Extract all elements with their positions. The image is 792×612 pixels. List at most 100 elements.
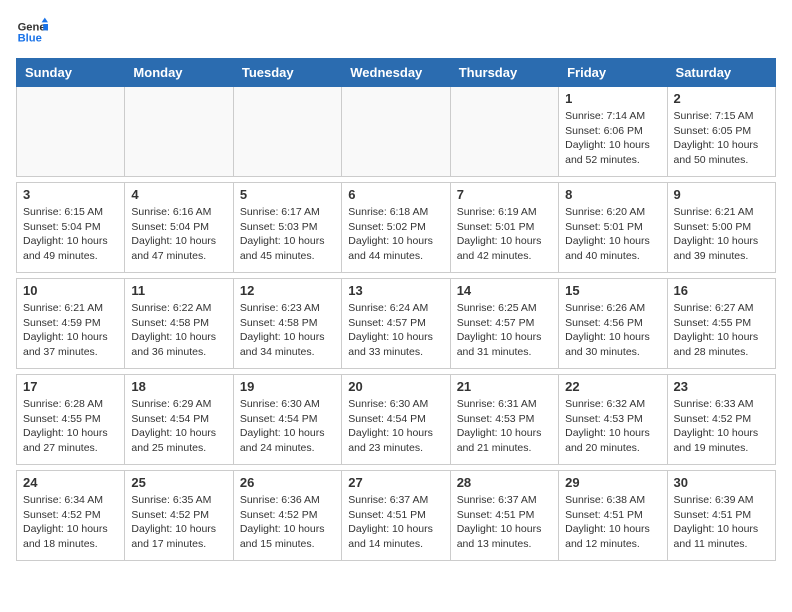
calendar-cell [342,87,450,177]
calendar-cell: 19 Sunrise: 6:30 AM Sunset: 4:54 PM Dayli… [233,375,341,465]
calendar-cell: 18Sunrise: 6:29 AM Sunset: 4:54 PM Dayli… [125,375,233,465]
day-info: Sunrise: 6:32 AM Sunset: 4:53 PM Dayligh… [565,397,660,456]
day-info: Sunrise: 6:16 AM Sunset: 5:04 PM Dayligh… [131,205,226,264]
weekday-header-saturday: Saturday [667,59,775,87]
day-number: 24 [23,475,118,490]
calendar-cell: 8Sunrise: 6:20 AM Sunset: 5:01 PM Daylig… [559,183,667,273]
calendar-cell: 15 Sunrise: 6:26 AM Sunset: 4:56 PM Dayli… [559,279,667,369]
calendar-cell: 29 Sunrise: 6:38 AM Sunset: 4:51 PM Dayli… [559,471,667,561]
calendar-cell: 20 Sunrise: 6:30 AM Sunset: 4:54 PM Dayli… [342,375,450,465]
calendar-cell [233,87,341,177]
calendar-cell: 7 Sunrise: 6:19 AM Sunset: 5:01 PM Daylig… [450,183,558,273]
day-info: Sunrise: 6:17 AM Sunset: 5:03 PM Dayligh… [240,205,335,264]
calendar-cell: 1 Sunrise: 7:14 AM Sunset: 6:06 PM Daylig… [559,87,667,177]
day-number: 17 [23,379,118,394]
calendar-cell: 28 Sunrise: 6:37 AM Sunset: 4:51 PM Dayli… [450,471,558,561]
calendar-cell: 17 Sunrise: 6:28 AM Sunset: 4:55 PM Dayli… [17,375,125,465]
day-info: Sunrise: 6:28 AM Sunset: 4:55 PM Dayligh… [23,397,118,456]
day-number: 6 [348,187,443,202]
day-number: 26 [240,475,335,490]
calendar-cell: 22 Sunrise: 6:32 AM Sunset: 4:53 PM Dayli… [559,375,667,465]
calendar-cell: 5 Sunrise: 6:17 AM Sunset: 5:03 PM Daylig… [233,183,341,273]
day-number: 2 [674,91,769,106]
day-number: 23 [674,379,769,394]
day-info: Sunrise: 6:18 AM Sunset: 5:02 PM Dayligh… [348,205,443,264]
day-number: 7 [457,187,552,202]
calendar-cell: 11Sunrise: 6:22 AM Sunset: 4:58 PM Dayli… [125,279,233,369]
day-number: 21 [457,379,552,394]
day-info: Sunrise: 6:38 AM Sunset: 4:51 PM Dayligh… [565,493,660,552]
calendar-cell [125,87,233,177]
calendar-table: SundayMondayTuesdayWednesdayThursdayFrid… [16,58,776,561]
day-info: Sunrise: 6:21 AM Sunset: 4:59 PM Dayligh… [23,301,118,360]
day-number: 14 [457,283,552,298]
calendar-cell: 21 Sunrise: 6:31 AM Sunset: 4:53 PM Dayli… [450,375,558,465]
day-info: Sunrise: 6:21 AM Sunset: 5:00 PM Dayligh… [674,205,769,264]
calendar-cell: 14 Sunrise: 6:25 AM Sunset: 4:57 PM Dayli… [450,279,558,369]
day-info: Sunrise: 6:20 AM Sunset: 5:01 PM Dayligh… [565,205,660,264]
day-number: 20 [348,379,443,394]
weekday-header-thursday: Thursday [450,59,558,87]
weekday-header-friday: Friday [559,59,667,87]
day-info: Sunrise: 6:22 AM Sunset: 4:58 PM Dayligh… [131,301,226,360]
day-number: 30 [674,475,769,490]
day-info: Sunrise: 6:37 AM Sunset: 4:51 PM Dayligh… [348,493,443,552]
day-info: Sunrise: 6:23 AM Sunset: 4:58 PM Dayligh… [240,301,335,360]
calendar-week-4: 17 Sunrise: 6:28 AM Sunset: 4:55 PM Dayli… [17,375,776,465]
calendar-cell: 12 Sunrise: 6:23 AM Sunset: 4:58 PM Dayli… [233,279,341,369]
day-info: Sunrise: 6:15 AM Sunset: 5:04 PM Dayligh… [23,205,118,264]
day-number: 1 [565,91,660,106]
day-info: Sunrise: 6:19 AM Sunset: 5:01 PM Dayligh… [457,205,552,264]
day-number: 28 [457,475,552,490]
day-info: Sunrise: 6:26 AM Sunset: 4:56 PM Dayligh… [565,301,660,360]
calendar-cell: 6 Sunrise: 6:18 AM Sunset: 5:02 PM Daylig… [342,183,450,273]
day-info: Sunrise: 6:37 AM Sunset: 4:51 PM Dayligh… [457,493,552,552]
calendar-week-3: 10 Sunrise: 6:21 AM Sunset: 4:59 PM Dayli… [17,279,776,369]
calendar-cell: 24 Sunrise: 6:34 AM Sunset: 4:52 PM Dayli… [17,471,125,561]
day-info: Sunrise: 6:33 AM Sunset: 4:52 PM Dayligh… [674,397,769,456]
day-info: Sunrise: 6:30 AM Sunset: 4:54 PM Dayligh… [240,397,335,456]
calendar-week-1: 1 Sunrise: 7:14 AM Sunset: 6:06 PM Daylig… [17,87,776,177]
day-number: 13 [348,283,443,298]
weekday-header-tuesday: Tuesday [233,59,341,87]
svg-text:Blue: Blue [18,33,42,45]
weekday-header-row: SundayMondayTuesdayWednesdayThursdayFrid… [17,59,776,87]
calendar-cell: 16 Sunrise: 6:27 AM Sunset: 4:55 PM Dayli… [667,279,775,369]
day-info: Sunrise: 6:34 AM Sunset: 4:52 PM Dayligh… [23,493,118,552]
weekday-header-wednesday: Wednesday [342,59,450,87]
calendar-cell: 27 Sunrise: 6:37 AM Sunset: 4:51 PM Dayli… [342,471,450,561]
day-number: 5 [240,187,335,202]
day-number: 12 [240,283,335,298]
day-info: Sunrise: 6:30 AM Sunset: 4:54 PM Dayligh… [348,397,443,456]
calendar-cell: 3 Sunrise: 6:15 AM Sunset: 5:04 PM Daylig… [17,183,125,273]
weekday-header-sunday: Sunday [17,59,125,87]
day-number: 9 [674,187,769,202]
logo: General Blue [16,16,56,48]
calendar-cell: 2Sunrise: 7:15 AM Sunset: 6:05 PM Daylig… [667,87,775,177]
page-header: General Blue [16,16,776,48]
calendar-cell: 30Sunrise: 6:39 AM Sunset: 4:51 PM Dayli… [667,471,775,561]
calendar-cell: 23 Sunrise: 6:33 AM Sunset: 4:52 PM Dayli… [667,375,775,465]
day-number: 10 [23,283,118,298]
day-info: Sunrise: 6:24 AM Sunset: 4:57 PM Dayligh… [348,301,443,360]
logo-icon: General Blue [16,16,48,48]
day-number: 16 [674,283,769,298]
day-number: 15 [565,283,660,298]
day-number: 19 [240,379,335,394]
day-info: Sunrise: 6:31 AM Sunset: 4:53 PM Dayligh… [457,397,552,456]
calendar-cell: 25Sunrise: 6:35 AM Sunset: 4:52 PM Dayli… [125,471,233,561]
calendar-cell [450,87,558,177]
calendar-cell: 9 Sunrise: 6:21 AM Sunset: 5:00 PM Daylig… [667,183,775,273]
calendar-cell: 13 Sunrise: 6:24 AM Sunset: 4:57 PM Dayli… [342,279,450,369]
calendar-cell: 26Sunrise: 6:36 AM Sunset: 4:52 PM Dayli… [233,471,341,561]
day-info: Sunrise: 6:27 AM Sunset: 4:55 PM Dayligh… [674,301,769,360]
day-info: Sunrise: 6:35 AM Sunset: 4:52 PM Dayligh… [131,493,226,552]
day-number: 18 [131,379,226,394]
day-number: 3 [23,187,118,202]
day-number: 22 [565,379,660,394]
day-info: Sunrise: 6:25 AM Sunset: 4:57 PM Dayligh… [457,301,552,360]
calendar-cell: 10 Sunrise: 6:21 AM Sunset: 4:59 PM Dayli… [17,279,125,369]
day-number: 29 [565,475,660,490]
day-number: 27 [348,475,443,490]
day-info: Sunrise: 7:14 AM Sunset: 6:06 PM Dayligh… [565,109,660,168]
